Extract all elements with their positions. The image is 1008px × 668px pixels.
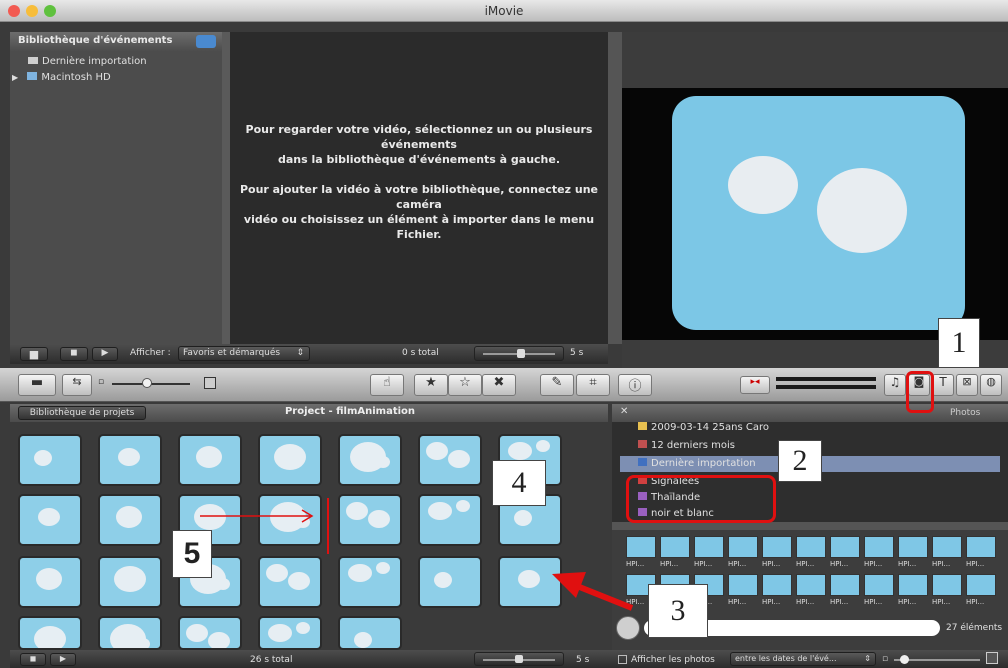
annotation-big-arrowhead [552, 572, 586, 598]
annotation-arrows [200, 498, 634, 611]
annotation-big-arrow-line [570, 581, 634, 611]
